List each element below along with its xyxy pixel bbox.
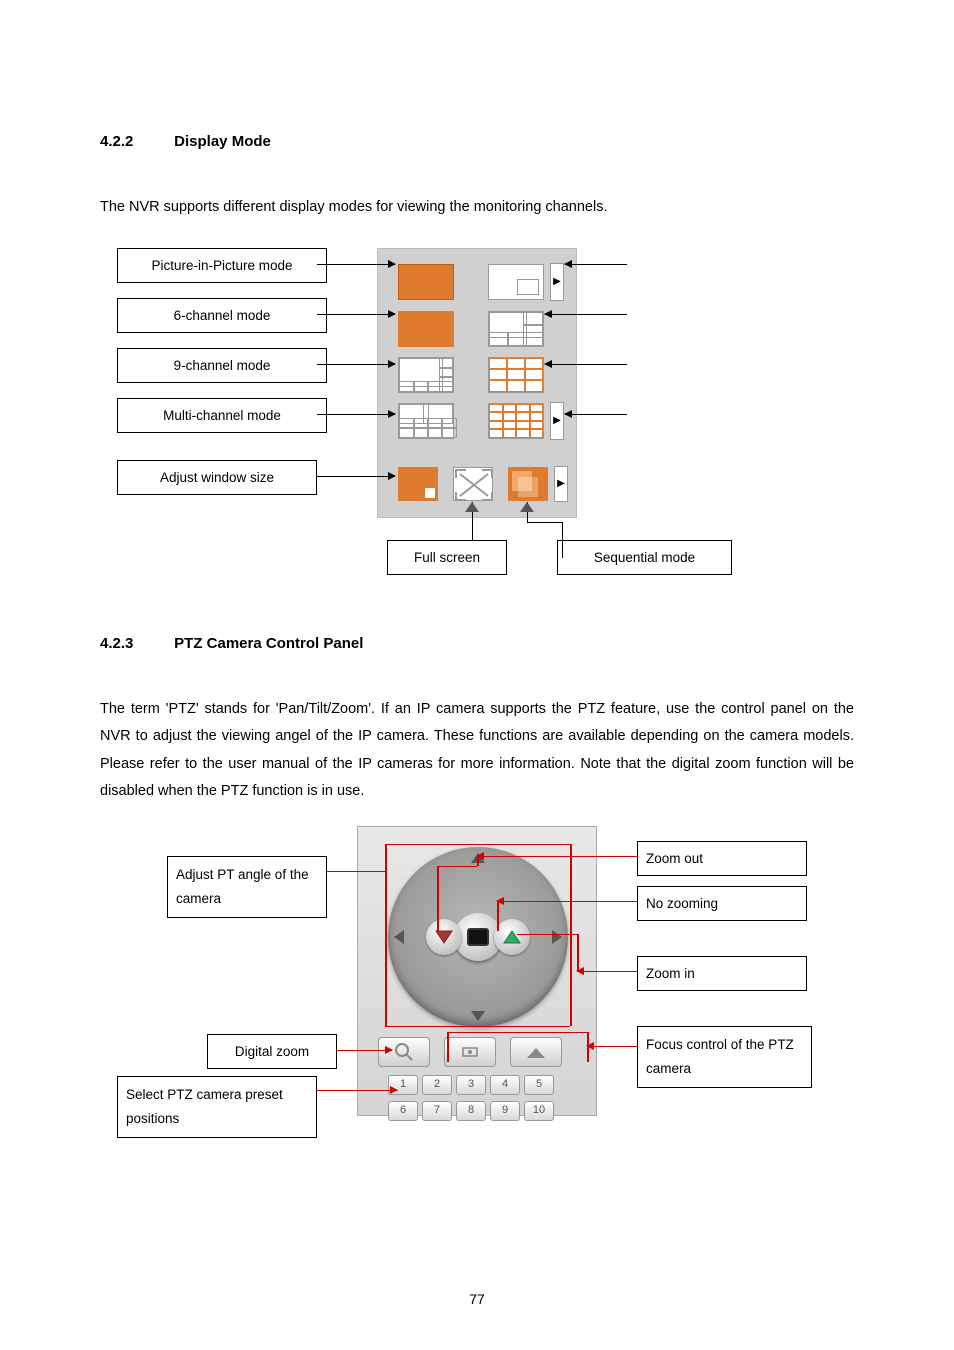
digital-zoom-label: Digital zoom [207, 1034, 337, 1070]
display-mode-toolbar: ▶ [377, 248, 577, 518]
single-channel-icon[interactable] [398, 264, 454, 300]
zoom-out-label: Zoom out [637, 841, 807, 877]
display-mode-diagram: ▶ [117, 242, 837, 592]
ptz-focus-row [378, 1037, 562, 1067]
ptz-down-arrow[interactable] [471, 1011, 485, 1021]
ptz-control-panel: 1 2 3 4 5 6 7 8 9 10 [357, 826, 597, 1116]
ptz-preset-3[interactable]: 3 [456, 1075, 486, 1095]
six-channel-icon[interactable] [488, 311, 544, 347]
section-number-1: 4.2.2 [100, 130, 170, 154]
preset-positions-label: Select PTZ camera preset positions [117, 1076, 317, 1139]
adjust-window-icon[interactable] [398, 467, 438, 501]
ptz-right-arrow[interactable] [552, 930, 562, 944]
ptz-preset-5[interactable]: 5 [524, 1075, 554, 1095]
pip-mode-icon[interactable] [488, 264, 544, 300]
section-heading-1: 4.2.2 Display Mode [100, 130, 854, 154]
nine-channel-icon[interactable] [488, 357, 544, 393]
ptz-preset-9[interactable]: 9 [490, 1101, 520, 1121]
ten-channel-icon[interactable] [398, 403, 454, 439]
ptz-preset-8[interactable]: 8 [456, 1101, 486, 1121]
zoom-in-label: Zoom in [637, 956, 807, 992]
ptz-pad[interactable] [388, 847, 568, 1027]
eight-channel-icon[interactable] [398, 357, 454, 393]
intro-paragraph-2: The term 'PTZ' stands for 'Pan/Tilt/Zoom… [100, 696, 854, 806]
six-channel-label: 6-channel mode [117, 298, 327, 334]
section-number-2: 4.2.3 [100, 632, 170, 656]
sequential-mode-label: Sequential mode [557, 540, 732, 576]
ptz-zoom-in-button[interactable] [494, 919, 530, 955]
four-channel-icon[interactable] [398, 311, 454, 347]
no-zoom-label: No zooming [637, 886, 807, 922]
focus-near-button[interactable] [444, 1037, 496, 1067]
full-screen-icon[interactable] [453, 467, 493, 501]
ptz-preset-10[interactable]: 10 [524, 1101, 554, 1121]
nine-channel-label: 9-channel mode [117, 348, 327, 384]
ptz-left-arrow[interactable] [394, 930, 404, 944]
pip-expand-icon[interactable]: ▶ [550, 263, 564, 301]
full-screen-label: Full screen [387, 540, 507, 576]
sequential-expand-icon[interactable]: ▶ [554, 466, 568, 502]
section-title-1: Display Mode [174, 133, 271, 150]
ptz-preset-4[interactable]: 4 [490, 1075, 520, 1095]
section-heading-2: 4.2.3 PTZ Camera Control Panel [100, 632, 854, 656]
focus-control-label: Focus control of the PTZ camera [637, 1026, 812, 1089]
sequential-mode-icon[interactable] [508, 467, 548, 501]
ptz-preset-2[interactable]: 2 [422, 1075, 452, 1095]
pip-mode-label: Picture-in-Picture mode [117, 248, 327, 284]
ptz-control-diagram: 1 2 3 4 5 6 7 8 9 10 Adjust PT angle of … [117, 826, 837, 1146]
ptz-zoom-out-button[interactable] [426, 919, 462, 955]
focus-far-button[interactable] [510, 1037, 562, 1067]
multi-expand-icon[interactable]: ▶ [550, 402, 564, 440]
ptz-preset-7[interactable]: 7 [422, 1101, 452, 1121]
adjust-window-label: Adjust window size [117, 460, 317, 496]
section-title-2: PTZ Camera Control Panel [174, 635, 363, 652]
multi-channel-label: Multi-channel mode [117, 398, 327, 434]
page-number: 77 [0, 1288, 954, 1310]
ptz-preset-6[interactable]: 6 [388, 1101, 418, 1121]
adjust-pt-label: Adjust PT angle of the camera [167, 856, 327, 919]
intro-paragraph-1: The NVR supports different display modes… [100, 194, 854, 222]
ptz-preset-row: 1 2 3 4 5 6 7 8 9 10 [388, 1075, 552, 1121]
multi-channel-icon[interactable] [488, 403, 544, 439]
